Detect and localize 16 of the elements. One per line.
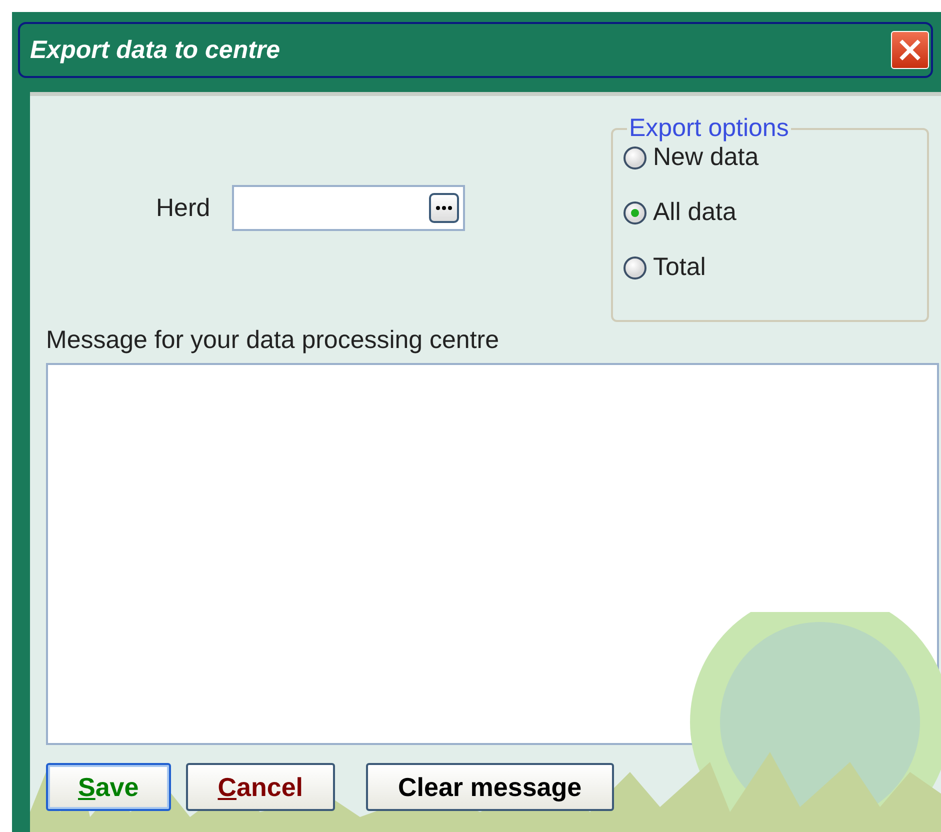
radio-option[interactable]: Total — [623, 253, 706, 282]
action-button[interactable]: Clear message — [366, 763, 614, 811]
action-button[interactable]: Cancel — [186, 763, 336, 811]
close-icon — [897, 37, 923, 63]
radio-option[interactable]: All data — [623, 198, 736, 227]
herd-field[interactable] — [232, 185, 466, 231]
ellipsis-icon — [435, 205, 454, 211]
window-title: Export data to centre — [30, 36, 280, 64]
herd-label: Herd — [156, 194, 210, 222]
close-button[interactable] — [891, 31, 929, 69]
message-field[interactable] — [46, 363, 939, 745]
message-label: Message for your data processing centre — [46, 326, 500, 355]
browse-button[interactable] — [429, 193, 460, 223]
radio-option[interactable]: New data — [623, 143, 759, 172]
group-title: Export options — [628, 114, 790, 143]
action-button[interactable]: Save — [46, 763, 171, 811]
